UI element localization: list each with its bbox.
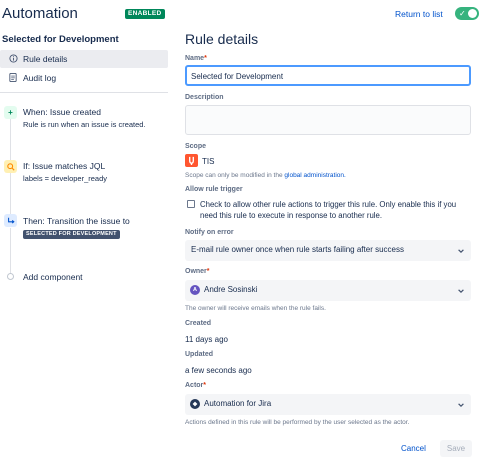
toggle-knob [468,9,477,18]
actor-value: Automation for Jira [204,399,272,408]
scope-project: TIS [202,157,215,166]
header: Automation ENABLED Return to list ✓ [0,0,483,30]
document-icon [8,69,18,89]
created-value: 11 days ago [185,335,228,344]
sidebar-item-rule-details[interactable]: Rule details [0,50,168,68]
save-button[interactable]: Save [440,440,472,457]
rule-details-heading: Rule details [185,31,259,47]
sidebar-item-audit-log[interactable]: Audit log [0,69,168,87]
actor-select[interactable]: Automation for Jira [185,394,471,415]
sidebar-item-label: Rule details [23,54,68,64]
trigger-subtitle: Rule is run when an issue is created. [23,120,146,129]
owner-value: Andre Sosinski [204,285,258,294]
scope-label: Scope [185,143,207,150]
condition-subtitle: labels = developer_ready [23,174,108,183]
page-title: Automation [2,5,78,22]
global-administration-link[interactable]: global administration. [284,172,345,179]
owner-select[interactable]: A Andre Sosinski [185,280,471,301]
notify-label: Notify on error [185,229,234,236]
add-component-dot [7,273,14,280]
chevron-down-icon [457,284,465,297]
required-mark: * [206,268,210,275]
add-component-link[interactable]: Add component [23,272,83,282]
description-textarea[interactable] [185,105,471,135]
chevron-down-icon [457,398,465,411]
rule-enabled-toggle[interactable]: ✓ [455,7,479,20]
description-label: Description [185,94,224,101]
notify-select[interactable]: E-mail rule owner once when rule starts … [185,240,471,261]
status-badge: ENABLED [125,9,165,19]
updated-value: a few seconds ago [185,366,252,375]
allow-trigger-text: Check to allow other rule actions to tri… [200,200,457,220]
scope-helper: Scope can only be modified in the global… [185,172,346,179]
created-label: Created [185,320,212,327]
name-input[interactable]: Selected for Development [185,65,471,86]
flow-connector [10,228,11,274]
status-lozenge: SELECTED FOR DEVELOPMENT [23,230,120,239]
flow-connector [10,118,11,160]
allow-trigger-checkbox[interactable] [187,200,195,208]
allow-trigger-label: Allow rule trigger [185,186,243,193]
name-input-value: Selected for Development [191,72,284,81]
flow-connector [10,172,11,214]
jira-automation-icon [190,399,200,409]
name-label: Name* [185,55,207,62]
required-mark: * [204,55,207,62]
updated-label: Updated [185,351,213,358]
actor-label: Actor* [185,382,207,389]
sidebar-item-label: Audit log [23,73,57,83]
required-mark: * [203,382,207,389]
condition-title[interactable]: If: Issue matches JQL [23,161,105,171]
actor-helper: Actions defined in this rule will be per… [185,419,410,426]
search-icon [4,160,17,173]
sidebar-title: Selected for Development [2,34,119,45]
owner-label: Owner* [185,268,210,275]
chevron-down-icon [457,244,465,257]
notify-value: E-mail rule owner once when rule starts … [191,245,404,254]
action-title[interactable]: Then: Transition the issue to [23,216,130,226]
owner-helper: The owner will receive emails when the r… [185,305,326,312]
plus-icon: + [4,106,17,119]
cancel-button[interactable]: Cancel [401,444,426,453]
info-icon [8,50,18,70]
project-icon [185,154,198,167]
trigger-title[interactable]: When: Issue created [23,107,101,117]
avatar: A [190,285,200,295]
sidebar-divider [0,92,168,93]
check-icon: ✓ [459,9,466,18]
return-to-list-link[interactable]: Return to list [395,9,443,19]
transition-icon [4,214,17,227]
